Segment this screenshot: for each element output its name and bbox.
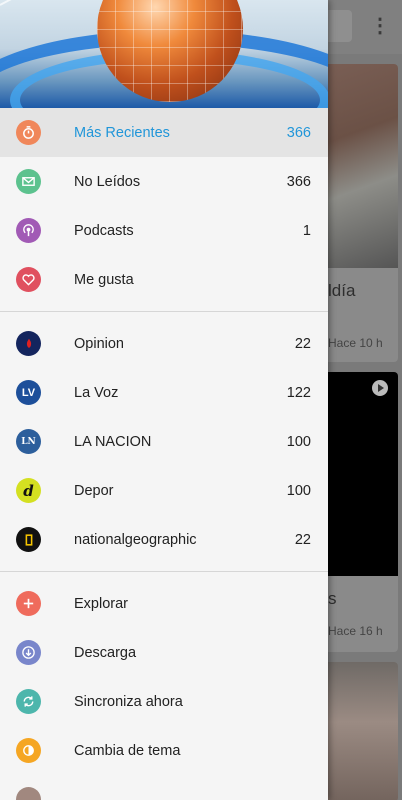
- settings-icon: [16, 787, 41, 800]
- unread-count: 366: [286, 124, 311, 141]
- more-options-icon: ⋮: [370, 15, 390, 37]
- unread-count: 22: [294, 335, 311, 352]
- feed-label: LA NACION: [74, 433, 152, 450]
- unread-count: 100: [286, 433, 311, 450]
- sync-icon: [16, 689, 41, 714]
- la-nacion-logo-icon: LN: [16, 429, 41, 454]
- nav-item-label: Me gusta: [74, 271, 134, 288]
- feed-label: La Voz: [74, 384, 119, 401]
- timer-icon: [16, 120, 41, 145]
- depor-logo-icon: d: [16, 478, 41, 503]
- nav-item-podcasts[interactable]: Podcasts 1: [0, 206, 328, 255]
- opinion-logo-icon: [16, 331, 41, 356]
- section-divider: [0, 571, 328, 572]
- theme-icon: [16, 738, 41, 763]
- action-descarga[interactable]: Descarga: [0, 628, 328, 677]
- nav-item-label: Podcasts: [74, 222, 134, 239]
- feed-item-la-nacion[interactable]: LN LA NACION 100: [0, 417, 328, 466]
- article-title: ldía: [328, 281, 356, 300]
- background-article-card: s Hace 16 h: [320, 372, 398, 652]
- feed-label: nationalgeographic: [74, 531, 197, 548]
- article-title: s: [328, 589, 337, 608]
- download-icon: [16, 640, 41, 665]
- podcast-icon: [16, 218, 41, 243]
- action-label: Explorar: [74, 595, 128, 612]
- play-icon: [372, 380, 388, 396]
- nav-item-me-gusta[interactable]: Me gusta: [0, 255, 328, 304]
- unread-count: 1: [302, 222, 311, 239]
- article-image: [320, 64, 398, 268]
- article-time: Hace 10 h: [328, 336, 383, 350]
- action-cambia-de-tema[interactable]: Cambia de tema: [0, 726, 328, 775]
- nav-item-label: No Leídos: [74, 173, 141, 190]
- unread-count: 366: [286, 173, 311, 190]
- background-article-card: ldía Hace 10 h: [320, 64, 398, 362]
- navigation-drawer: Más Recientes 366 No Leídos 366 Podcasts…: [0, 0, 328, 800]
- nav-item-label: Más Recientes: [74, 124, 170, 141]
- la-voz-logo-icon: LV: [16, 380, 41, 405]
- nav-item-no-leidos[interactable]: No Leídos 366: [0, 157, 328, 206]
- feed-item-la-voz[interactable]: LV La Voz 122: [0, 368, 328, 417]
- unread-count: 22: [294, 531, 311, 548]
- smart-folders-section: Más Recientes 366 No Leídos 366 Podcasts…: [0, 108, 328, 304]
- article-video-image: [320, 372, 398, 576]
- background-article-card: [320, 662, 398, 800]
- section-divider: [0, 311, 328, 312]
- action-sincroniza-ahora[interactable]: Sincroniza ahora: [0, 677, 328, 726]
- feed-item-opinion[interactable]: Opinion 22: [0, 319, 328, 368]
- article-image: [320, 662, 398, 800]
- mail-icon: [16, 169, 41, 194]
- actions-section: Explorar Descarga Sincroniza ahora Cambi…: [0, 579, 328, 800]
- action-label: Sincroniza ahora: [74, 693, 183, 710]
- unread-count: 100: [286, 482, 311, 499]
- action-partial[interactable]: [0, 775, 328, 800]
- action-label: Descarga: [74, 644, 137, 661]
- feed-item-depor[interactable]: d Depor 100: [0, 466, 328, 515]
- action-explorar[interactable]: Explorar: [0, 579, 328, 628]
- drawer-header-image: [0, 0, 328, 108]
- feed-item-nationalgeographic[interactable]: nationalgeographic 22: [0, 515, 328, 564]
- feed-label: Opinion: [74, 335, 124, 352]
- action-label: Cambia de tema: [74, 742, 181, 759]
- feed-label: Depor: [74, 482, 114, 499]
- natgeo-logo-icon: [16, 527, 41, 552]
- unread-count: 122: [286, 384, 311, 401]
- plus-icon: [16, 591, 41, 616]
- heart-icon: [16, 267, 41, 292]
- feeds-section: Opinion 22 LV La Voz 122 LN LA NACION 10…: [0, 319, 328, 564]
- article-time: Hace 16 h: [328, 624, 383, 638]
- nav-item-mas-recientes[interactable]: Más Recientes 366: [0, 108, 328, 157]
